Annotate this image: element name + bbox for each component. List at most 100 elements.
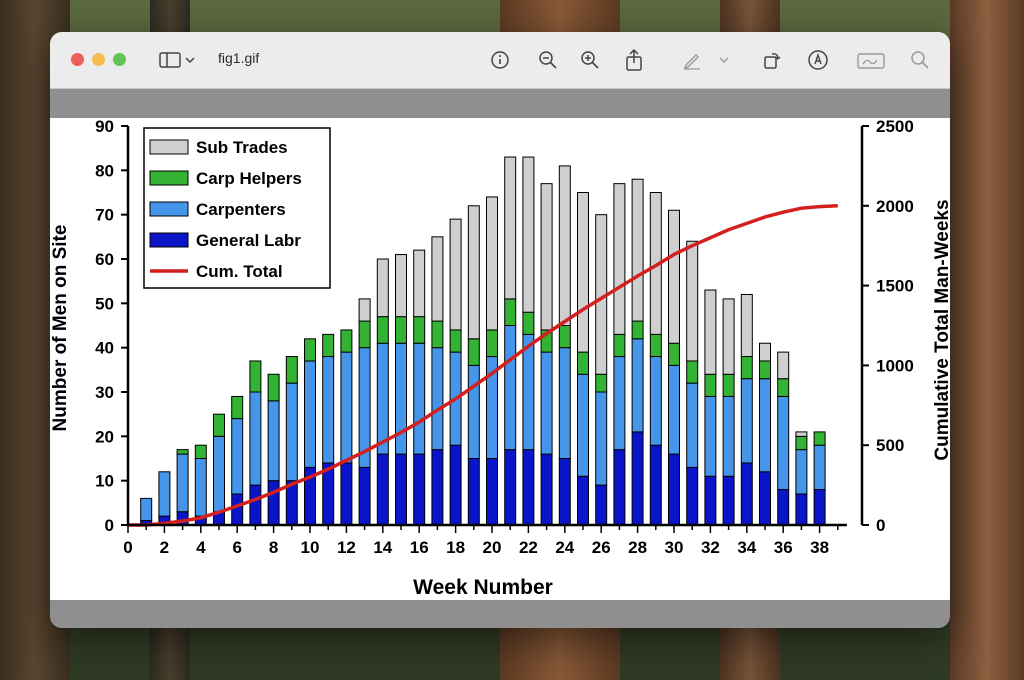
bar-sub-trades-week-37 bbox=[795, 431, 808, 437]
bar-general-labr-week-23 bbox=[540, 453, 553, 526]
bar-general-labr-week-26 bbox=[595, 484, 608, 526]
sidebar-icon[interactable] bbox=[156, 46, 184, 74]
bar-general-labr-week-6 bbox=[231, 493, 244, 526]
bar-carp-helpers-week-11 bbox=[322, 333, 335, 358]
markup-pen-icon[interactable] bbox=[678, 46, 706, 74]
bar-general-labr-week-15 bbox=[395, 453, 407, 526]
bar-carpenters-week-9 bbox=[285, 382, 298, 482]
y-tick-label: 50 bbox=[95, 294, 114, 313]
bar-carpenters-week-1 bbox=[140, 497, 153, 522]
bar-general-labr-week-31 bbox=[686, 466, 699, 526]
bar-sub-trades-week-15 bbox=[395, 254, 407, 318]
bar-carpenters-week-26 bbox=[595, 391, 608, 486]
y2-tick-label: 1500 bbox=[876, 277, 914, 296]
chevron-down-icon[interactable] bbox=[716, 46, 732, 74]
y-tick-label: 40 bbox=[95, 339, 114, 358]
bar-general-labr-week-7 bbox=[249, 484, 262, 526]
x-tick-label: 10 bbox=[301, 538, 320, 557]
bar-sub-trades-week-34 bbox=[740, 293, 753, 358]
bar-carp-helpers-week-15 bbox=[395, 316, 407, 344]
bar-general-labr-week-21 bbox=[504, 449, 517, 526]
x-tick-label: 8 bbox=[269, 538, 278, 557]
zoom-button[interactable] bbox=[113, 53, 126, 66]
bar-carp-helpers-week-30 bbox=[668, 342, 680, 366]
image-canvas: 0 10 20 30 40 50 60 70 80 90 0 500 1000 1500 2000 2500 0… bbox=[50, 118, 950, 600]
annotate-icon[interactable] bbox=[804, 46, 832, 74]
bar-carpenters-week-3 bbox=[176, 453, 189, 513]
y-tick-label: 30 bbox=[95, 383, 114, 402]
share-icon[interactable] bbox=[620, 46, 648, 74]
x-tick-label: 12 bbox=[337, 538, 356, 557]
bar-carp-helpers-week-29 bbox=[649, 333, 662, 358]
bar-carp-helpers-week-21 bbox=[504, 298, 517, 326]
bar-carpenters-week-2 bbox=[158, 471, 171, 517]
x-tick-label: 22 bbox=[519, 538, 538, 557]
bar-carp-helpers-week-8 bbox=[267, 373, 280, 402]
bar-carp-helpers-week-16 bbox=[413, 316, 426, 344]
search-icon[interactable] bbox=[906, 46, 934, 74]
bar-general-labr-week-32 bbox=[704, 475, 717, 526]
minimize-button[interactable] bbox=[92, 53, 105, 66]
zoom-in-icon[interactable] bbox=[576, 46, 604, 74]
bar-sub-trades-week-24 bbox=[558, 165, 571, 327]
bar-sub-trades-week-19 bbox=[467, 205, 480, 340]
y-tick-label: 80 bbox=[95, 161, 114, 180]
bar-sub-trades-week-25 bbox=[577, 192, 589, 353]
bar-carp-helpers-week-25 bbox=[577, 351, 589, 375]
bar-sub-trades-week-30 bbox=[668, 209, 680, 344]
bar-carp-helpers-week-37 bbox=[795, 435, 808, 451]
bar-general-labr-week-22 bbox=[522, 449, 535, 526]
x-tick-label: 0 bbox=[123, 538, 132, 557]
bar-general-labr-week-14 bbox=[376, 453, 389, 526]
bar-carpenters-week-11 bbox=[322, 356, 335, 464]
bar-general-labr-week-27 bbox=[613, 449, 626, 526]
bar-carp-helpers-week-9 bbox=[285, 356, 298, 384]
bar-general-labr-week-12 bbox=[340, 462, 353, 526]
bar-carpenters-week-34 bbox=[740, 378, 753, 464]
bar-general-labr-week-34 bbox=[740, 462, 753, 526]
rotate-icon[interactable] bbox=[758, 46, 786, 74]
x-tick-label: 30 bbox=[665, 538, 684, 557]
bar-carpenters-week-36 bbox=[777, 395, 790, 491]
bar-general-labr-week-29 bbox=[649, 444, 662, 526]
legend-swatch-general-labr bbox=[149, 232, 189, 248]
info-icon[interactable] bbox=[486, 46, 514, 74]
bar-sub-trades-week-16 bbox=[413, 249, 426, 318]
x-tick-label: 2 bbox=[160, 538, 169, 557]
bar-general-labr-week-8 bbox=[267, 480, 280, 526]
bar-general-labr-week-25 bbox=[577, 475, 589, 526]
legend-label-carp-helpers: Carp Helpers bbox=[196, 169, 302, 188]
bar-carpenters-week-16 bbox=[413, 342, 426, 455]
bar-sub-trades-week-14 bbox=[376, 258, 389, 318]
bar-general-labr-week-19 bbox=[467, 458, 480, 526]
bar-carpenters-week-27 bbox=[613, 356, 626, 451]
bar-carp-helpers-week-18 bbox=[449, 329, 462, 353]
signature-icon[interactable] bbox=[854, 46, 888, 74]
bar-carpenters-week-15 bbox=[395, 342, 407, 455]
bar-carpenters-week-37 bbox=[795, 449, 808, 495]
x-tick-label: 36 bbox=[774, 538, 793, 557]
bar-carp-helpers-week-14 bbox=[376, 316, 389, 344]
x-tick-label: 38 bbox=[810, 538, 829, 557]
legend-label-general-labr: General Labr bbox=[196, 231, 301, 250]
bar-carp-helpers-week-10 bbox=[304, 338, 316, 362]
bar-carpenters-week-19 bbox=[467, 364, 480, 459]
bar-general-labr-week-30 bbox=[668, 453, 680, 526]
bar-general-labr-week-37 bbox=[795, 493, 808, 526]
bar-sub-trades-week-22 bbox=[522, 156, 535, 313]
bar-carp-helpers-week-20 bbox=[486, 329, 498, 358]
bar-carpenters-week-29 bbox=[649, 356, 662, 446]
x-tick-label: 20 bbox=[483, 538, 502, 557]
bar-carpenters-week-22 bbox=[522, 333, 535, 451]
bar-general-labr-week-36 bbox=[777, 489, 790, 526]
legend-label-cum-total: Cum. Total bbox=[196, 262, 283, 281]
title-bar: fig1.gif bbox=[50, 32, 950, 89]
bar-general-labr-week-33 bbox=[722, 475, 735, 526]
chevron-down-icon[interactable] bbox=[182, 46, 198, 74]
preview-window: fig1.gif 0 10 20 30 40 50 60 70 80 90 0 … bbox=[50, 32, 950, 628]
bar-general-labr-week-20 bbox=[486, 458, 498, 526]
zoom-out-icon[interactable] bbox=[534, 46, 562, 74]
legend-swatch-carp-helpers bbox=[149, 170, 189, 186]
x-tick-label: 28 bbox=[628, 538, 647, 557]
close-button[interactable] bbox=[71, 53, 84, 66]
